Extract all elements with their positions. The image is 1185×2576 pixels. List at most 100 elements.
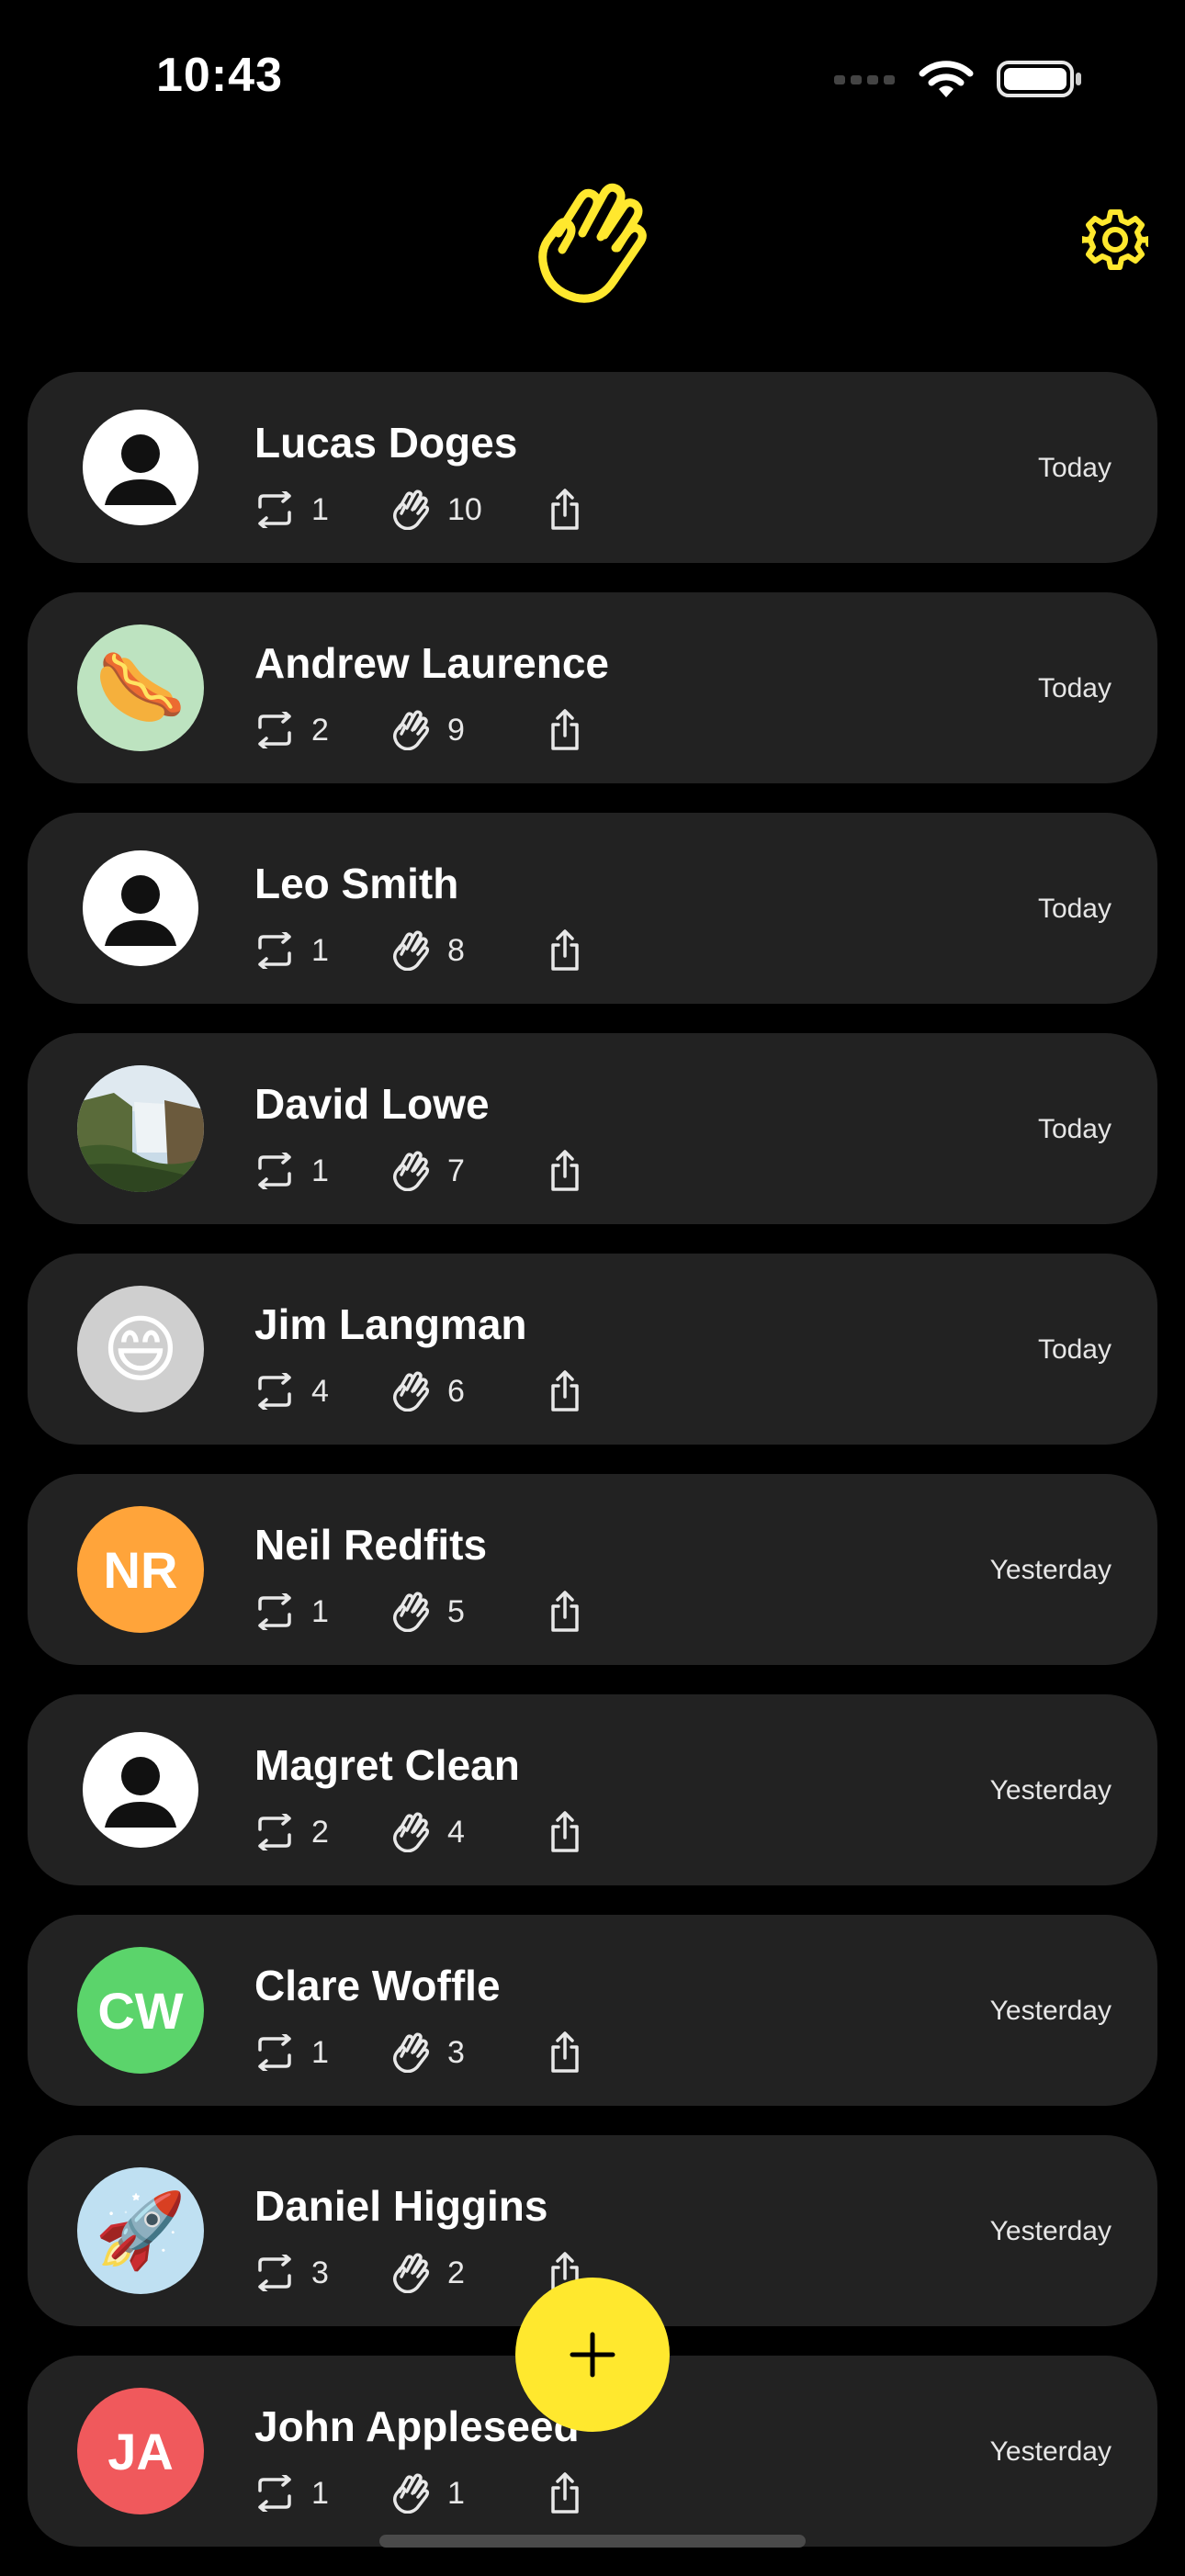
contact-name: John Appleseed <box>254 2402 580 2450</box>
contact-card[interactable]: NR Neil Redfits 1 5 Yesterday <box>28 1474 1157 1665</box>
share-button[interactable] <box>547 1370 583 1412</box>
wave-stat[interactable]: 8 <box>392 930 547 971</box>
repost-stat[interactable]: 1 <box>254 2034 392 2071</box>
contact-name: Magret Clean <box>254 1741 520 1789</box>
contact-card[interactable]: Lucas Doges 1 10 Today <box>28 372 1157 563</box>
repost-icon <box>258 491 291 528</box>
avatar: CW <box>77 1947 204 2074</box>
repost-count: 1 <box>311 2034 329 2070</box>
share-button[interactable] <box>547 489 583 531</box>
repost-icon <box>258 2034 291 2071</box>
cellular-signal-icon <box>834 75 895 84</box>
contact-stats: 1 5 <box>254 1584 583 1639</box>
share-icon <box>551 1591 579 1632</box>
repost-count: 3 <box>311 2255 329 2290</box>
share-icon <box>551 1150 579 1191</box>
contact-name: Daniel Higgins <box>254 2182 548 2230</box>
status-time: 10:43 <box>156 49 283 102</box>
contact-date: Yesterday <box>989 2436 1112 2467</box>
contact-date: Yesterday <box>989 2216 1112 2246</box>
repost-icon <box>258 1153 291 1189</box>
avatar-initials: JA <box>107 2422 174 2480</box>
wave-stat[interactable]: 1 <box>392 2473 547 2514</box>
waving-hand-icon <box>393 930 430 971</box>
contact-card[interactable]: Leo Smith 1 8 Today <box>28 813 1157 1004</box>
contact-name: Lucas Doges <box>254 419 518 467</box>
contact-card[interactable]: CW Clare Woffle 1 3 Yesterday <box>28 1915 1157 2106</box>
wave-count: 1 <box>447 2475 465 2511</box>
contact-name: Leo Smith <box>254 860 459 907</box>
repost-count: 1 <box>311 2475 329 2511</box>
waving-hand-icon <box>393 2032 430 2073</box>
contact-card[interactable]: Magret Clean 2 4 Yesterday <box>28 1694 1157 1885</box>
avatar: 😄 <box>77 1286 204 1412</box>
avatar-emoji: 😄 <box>102 1306 179 1392</box>
share-icon <box>551 489 579 530</box>
share-button[interactable] <box>547 929 583 972</box>
repost-stat[interactable]: 1 <box>254 1153 392 1189</box>
wave-stat[interactable]: 6 <box>392 1371 547 1412</box>
avatar-emoji: 🌭 <box>95 645 186 730</box>
contact-card[interactable]: 😄 Jim Langman 4 6 Today <box>28 1254 1157 1445</box>
share-button[interactable] <box>547 709 583 751</box>
contact-name: Jim Langman <box>254 1300 527 1348</box>
repost-count: 4 <box>311 1373 329 1409</box>
share-button[interactable] <box>547 1811 583 1853</box>
contact-date: Yesterday <box>989 1996 1112 2026</box>
wave-stat[interactable]: 3 <box>392 2032 547 2073</box>
avatar: 🚀 <box>77 2167 204 2294</box>
waving-hand-icon <box>393 2253 430 2293</box>
share-button[interactable] <box>547 2472 583 2514</box>
repost-stat[interactable]: 3 <box>254 2255 392 2291</box>
share-icon <box>551 1811 579 1852</box>
avatar: 🌭 <box>77 624 204 751</box>
wave-count: 9 <box>447 712 465 748</box>
repost-count: 1 <box>311 932 329 968</box>
repost-stat[interactable]: 1 <box>254 491 392 528</box>
status-icons <box>832 59 1084 99</box>
contact-stats: 3 2 <box>254 2245 583 2300</box>
wave-stat[interactable]: 4 <box>392 1812 547 1852</box>
add-button[interactable] <box>515 2278 670 2432</box>
repost-stat[interactable]: 2 <box>254 1814 392 1850</box>
repost-icon <box>258 2475 291 2512</box>
share-icon <box>551 709 579 750</box>
wave-count: 8 <box>447 932 465 968</box>
contact-date: Today <box>1037 673 1112 703</box>
waving-hand-icon <box>393 1151 430 1191</box>
contact-date: Today <box>1037 1114 1112 1144</box>
avatar-initials: CW <box>97 1981 184 2040</box>
repost-stat[interactable]: 1 <box>254 2475 392 2512</box>
contact-card[interactable]: 🌭 Andrew Laurence 2 9 Today <box>28 592 1157 783</box>
contact-name: Neil Redfits <box>254 1521 488 1569</box>
wave-stat[interactable]: 9 <box>392 710 547 750</box>
share-button[interactable] <box>547 2031 583 2074</box>
wave-stat[interactable]: 7 <box>392 1151 547 1191</box>
contact-card[interactable]: David Lowe 1 7 Today <box>28 1033 1157 1224</box>
repost-stat[interactable]: 1 <box>254 1593 392 1630</box>
wave-stat[interactable]: 2 <box>392 2253 547 2293</box>
repost-icon <box>258 712 291 748</box>
wave-stat[interactable]: 10 <box>392 489 547 530</box>
contact-stats: 1 8 <box>254 923 583 978</box>
waving-hand-icon <box>393 2473 430 2514</box>
wave-count: 4 <box>447 1814 465 1850</box>
contact-name: David Lowe <box>254 1080 490 1128</box>
avatar-placeholder-icon <box>83 410 198 525</box>
waving-hand-icon <box>393 489 430 530</box>
waving-hand-icon <box>538 183 647 303</box>
share-button[interactable] <box>547 1150 583 1192</box>
share-icon <box>551 929 579 971</box>
repost-icon <box>258 1593 291 1630</box>
repost-stat[interactable]: 4 <box>254 1373 392 1410</box>
contact-stats: 2 4 <box>254 1805 583 1860</box>
waving-hand-icon <box>393 1592 430 1632</box>
avatar-emoji: 🚀 <box>95 2188 186 2273</box>
share-button[interactable] <box>547 1591 583 1633</box>
wave-stat[interactable]: 5 <box>392 1592 547 1632</box>
repost-icon <box>258 2255 291 2291</box>
repost-stat[interactable]: 2 <box>254 712 392 748</box>
repost-icon <box>258 1373 291 1410</box>
gear-icon[interactable] <box>1082 207 1148 273</box>
repost-stat[interactable]: 1 <box>254 932 392 969</box>
